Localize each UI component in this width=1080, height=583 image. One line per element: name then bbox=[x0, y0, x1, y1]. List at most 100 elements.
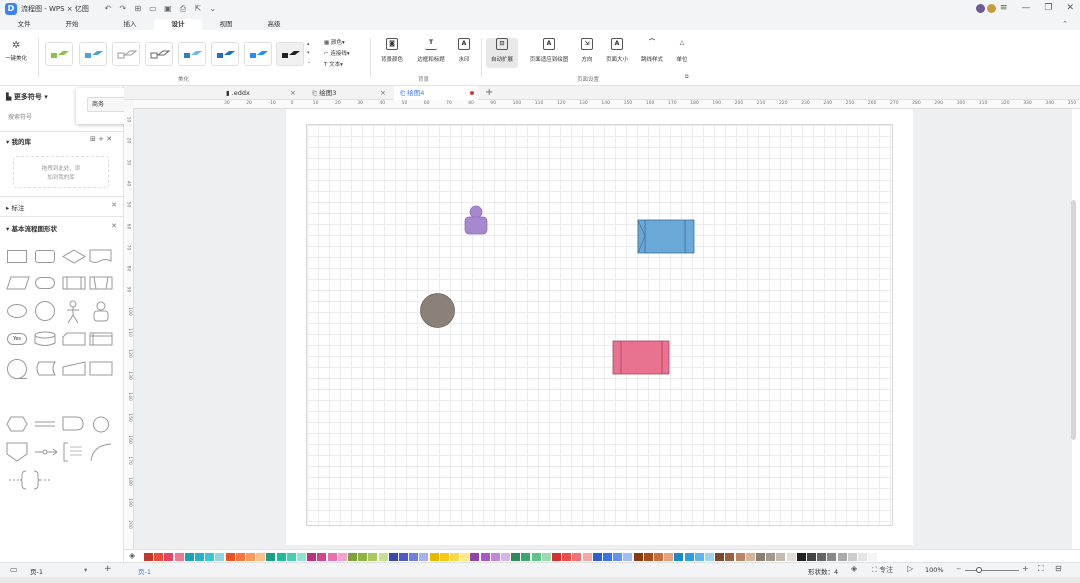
beautify-icon[interactable]: ✲ bbox=[12, 40, 26, 51]
theme-option-4[interactable] bbox=[145, 42, 173, 66]
shape-database[interactable] bbox=[34, 331, 56, 347]
fit-page-button[interactable]: A 页面适应到绘图 bbox=[523, 38, 575, 63]
shape-actor[interactable] bbox=[64, 300, 82, 324]
redo-icon[interactable]: ↷ bbox=[118, 4, 128, 14]
menu-insert[interactable]: 插入 bbox=[106, 19, 154, 30]
shape-arrow-connector[interactable] bbox=[34, 446, 58, 458]
shape-arc[interactable] bbox=[89, 442, 113, 462]
shape-yes[interactable]: Yes bbox=[7, 333, 27, 345]
shape-delay-rect[interactable] bbox=[89, 361, 113, 376]
save-icon[interactable]: ▣ bbox=[163, 4, 173, 14]
color-swatch[interactable] bbox=[786, 553, 796, 561]
shape-brace[interactable] bbox=[8, 470, 54, 490]
color-swatch[interactable] bbox=[225, 553, 235, 561]
beautify-button[interactable]: 一键美化 bbox=[5, 54, 27, 62]
theme-option-7[interactable] bbox=[244, 42, 272, 66]
shape-connector-circle[interactable] bbox=[91, 416, 111, 434]
menu-design[interactable]: 设计 bbox=[154, 19, 202, 30]
focus-button[interactable]: ⛶ 专注 bbox=[872, 565, 893, 575]
zoom-out-icon[interactable]: − bbox=[956, 565, 961, 573]
color-swatch[interactable] bbox=[613, 553, 623, 561]
page-size-button[interactable]: A 页面大小 bbox=[601, 38, 633, 63]
jump-style-button[interactable]: ⌒ 跳线样式 bbox=[637, 38, 667, 63]
color-swatch[interactable] bbox=[858, 553, 867, 561]
shape-pink-predefined[interactable] bbox=[612, 340, 671, 376]
color-swatch[interactable] bbox=[643, 553, 653, 561]
zoom-slider[interactable] bbox=[965, 570, 1019, 571]
color-swatch[interactable] bbox=[582, 553, 592, 561]
shape-person-purple[interactable] bbox=[462, 204, 490, 236]
close-icon[interactable]: ✕ bbox=[106, 135, 112, 143]
fullscreen-icon[interactable]: ⛶ bbox=[1038, 564, 1044, 574]
theme-option-8[interactable] bbox=[276, 42, 304, 66]
border-title-button[interactable]: T 边框和标题 bbox=[413, 38, 449, 63]
close-icon[interactable]: ✕ bbox=[111, 222, 117, 230]
zoom-slider-handle[interactable] bbox=[976, 567, 982, 573]
more-symbols-button[interactable]: ▙ 更多符号 ▾ bbox=[6, 92, 48, 102]
color-swatch[interactable] bbox=[552, 553, 561, 561]
theme-option-1[interactable] bbox=[45, 42, 73, 66]
color-swatch[interactable] bbox=[470, 553, 480, 561]
color-swatch[interactable] bbox=[868, 553, 878, 561]
color-swatch[interactable] bbox=[572, 553, 582, 561]
open-folder-icon[interactable]: ▭ bbox=[148, 4, 158, 14]
shape-circle[interactable] bbox=[35, 301, 55, 321]
shape-blue-predefined[interactable] bbox=[637, 219, 696, 255]
color-swatch[interactable] bbox=[450, 553, 459, 561]
color-swatch[interactable] bbox=[429, 553, 439, 561]
color-swatch[interactable] bbox=[766, 553, 776, 561]
coin-icon[interactable] bbox=[987, 4, 996, 13]
color-swatch[interactable] bbox=[756, 553, 765, 561]
color-swatch[interactable] bbox=[480, 553, 490, 561]
menu-view[interactable]: 视图 bbox=[202, 19, 250, 30]
shape-manual-input[interactable] bbox=[89, 276, 113, 290]
color-swatch[interactable] bbox=[725, 553, 735, 561]
watermark-button[interactable]: A 水印 bbox=[455, 38, 473, 63]
undo-icon[interactable]: ↶ bbox=[103, 4, 113, 14]
play-icon[interactable]: ▷ bbox=[907, 564, 913, 573]
shape-predefined[interactable] bbox=[62, 276, 86, 290]
shape-delay[interactable] bbox=[62, 416, 84, 431]
color-swatch[interactable] bbox=[184, 553, 194, 561]
color-swatch[interactable] bbox=[154, 553, 164, 561]
export-icon[interactable]: ⇱ bbox=[193, 4, 203, 14]
theme-option-2[interactable] bbox=[79, 42, 107, 66]
shape-ellipse[interactable] bbox=[7, 304, 27, 318]
color-swatch[interactable] bbox=[603, 553, 612, 561]
color-swatch[interactable] bbox=[490, 553, 500, 561]
color-swatch[interactable] bbox=[654, 553, 663, 561]
color-swatch[interactable] bbox=[215, 553, 225, 561]
page-panel-icon[interactable]: ▭ bbox=[10, 565, 18, 574]
shape-person[interactable] bbox=[92, 300, 110, 322]
color-swatch[interactable] bbox=[266, 553, 276, 561]
color-swatch[interactable] bbox=[358, 553, 368, 561]
color-swatch[interactable] bbox=[307, 553, 317, 561]
color-swatch[interactable] bbox=[439, 553, 449, 561]
add-page-icon[interactable]: + bbox=[104, 564, 112, 574]
color-swatch[interactable] bbox=[205, 553, 215, 561]
import-icon[interactable]: ⊞ bbox=[90, 135, 96, 143]
fill-bucket-icon[interactable]: ◈ bbox=[129, 551, 135, 560]
color-swatch[interactable] bbox=[501, 553, 510, 561]
tab-drawing3[interactable]: ⎗ 绘图3 bbox=[310, 86, 376, 100]
shape-card[interactable] bbox=[62, 332, 86, 346]
color-swatch[interactable] bbox=[348, 553, 357, 561]
shape-terminator[interactable] bbox=[35, 277, 55, 289]
color-swatch[interactable] bbox=[460, 553, 470, 561]
color-swatch[interactable] bbox=[419, 553, 429, 561]
color-swatch[interactable] bbox=[511, 553, 521, 561]
color-swatch[interactable] bbox=[378, 553, 388, 561]
restore-icon[interactable]: ❐ bbox=[1044, 3, 1052, 13]
color-swatch[interactable] bbox=[776, 553, 786, 561]
shape-annotation-bracket[interactable] bbox=[62, 442, 84, 462]
close-tab-icon[interactable]: × bbox=[380, 86, 386, 100]
color-swatch[interactable] bbox=[521, 553, 531, 561]
vertical-scrollbar[interactable] bbox=[1071, 200, 1076, 440]
color-swatch[interactable] bbox=[286, 553, 296, 561]
minimize-icon[interactable]: — bbox=[1021, 3, 1030, 13]
color-swatch[interactable] bbox=[562, 553, 572, 561]
color-swatch[interactable] bbox=[623, 553, 633, 561]
auto-expand-button[interactable]: ⊡ 自动扩展 bbox=[486, 38, 518, 68]
page-grid[interactable] bbox=[306, 124, 893, 526]
color-swatch[interactable] bbox=[235, 553, 245, 561]
